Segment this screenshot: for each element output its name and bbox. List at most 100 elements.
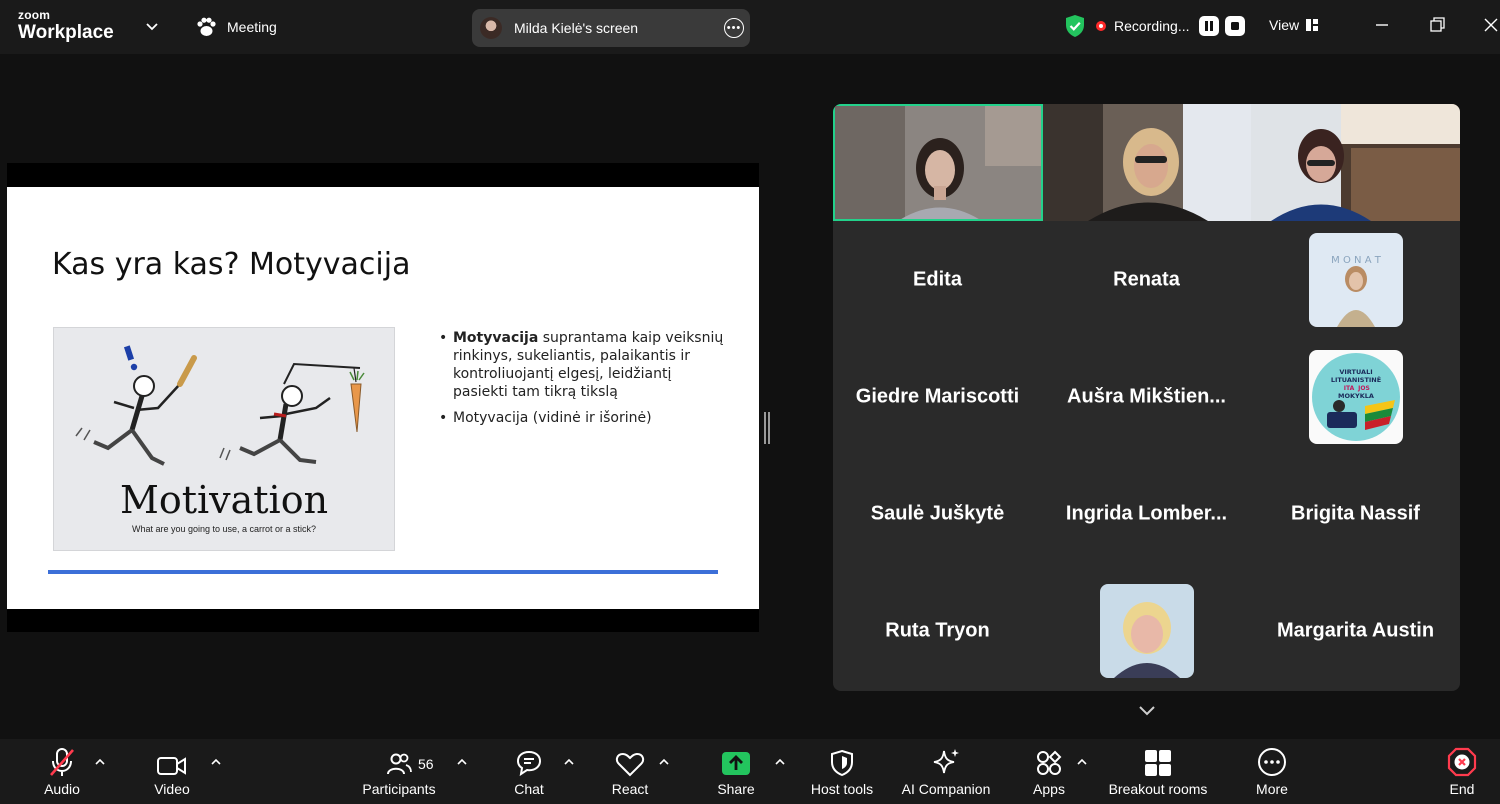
motivation-illustration: Motivation What are you going to use, a … (53, 327, 395, 551)
participant-tile[interactable]: Edita (833, 221, 1042, 338)
participant-avatar: M O N A T (1308, 232, 1403, 327)
monat-logo-text: M O N A T (1331, 255, 1382, 266)
chevron-up-icon[interactable] (456, 757, 468, 767)
participant-avatar: VIRTUALI LITUANISTINĖ ITA JOS MOKYKLA (1308, 349, 1403, 444)
share-button[interactable]: Share (714, 739, 758, 804)
pause-recording-button[interactable] (1199, 16, 1220, 36)
chat-label: Chat (514, 781, 544, 797)
bullet-text: Motyvacija (vidinė ir išorinė) (453, 410, 652, 426)
video-camera-icon (157, 757, 186, 775)
participant-name: Brigita Nassif (1291, 502, 1420, 524)
participant-tile[interactable]: Brigita Nassif (1251, 455, 1460, 572)
participant-video (1251, 104, 1460, 221)
participant-name: Giedre Mariscotti (855, 385, 1020, 407)
minimize-icon[interactable] (1371, 14, 1393, 36)
host-tools-button[interactable]: Host tools (806, 739, 878, 804)
participant-tile[interactable]: Margarita Austin (1251, 572, 1460, 689)
video-label: Video (154, 781, 190, 797)
chat-button[interactable]: Chat (509, 739, 549, 804)
breakout-rooms-label: Breakout rooms (1108, 781, 1208, 797)
shield-icon (831, 749, 853, 777)
slide-divider (48, 570, 718, 574)
recording-indicator: Recording... (1064, 14, 1246, 38)
chevron-down-icon[interactable] (1136, 702, 1158, 720)
audio-label: Audio (44, 781, 80, 797)
video-tile[interactable] (1043, 104, 1251, 221)
participant-tile[interactable]: M O N A T (1251, 221, 1460, 338)
participant-tile[interactable]: Saulė Juškytė (833, 455, 1042, 572)
ai-companion-button[interactable]: AI Companion (898, 739, 994, 804)
participant-tile[interactable]: VIRTUALI LITUANISTINĖ ITA JOS MOKYKLA (1251, 338, 1460, 455)
school-logo-line: MOKYKLA (1338, 392, 1374, 400)
shared-screen[interactable]: Kas yra kas? Motyvacija Motivation What … (7, 163, 759, 632)
participant-gallery: Edita Renata M O N A T Giedre Mariscotti… (833, 104, 1460, 691)
presenter-avatar (480, 17, 502, 39)
chevron-up-icon[interactable] (94, 757, 106, 767)
restore-icon[interactable] (1426, 14, 1448, 36)
chevron-up-icon[interactable] (774, 757, 786, 767)
chevron-down-icon[interactable] (144, 18, 160, 34)
participant-tile[interactable]: Giedre Mariscotti (833, 338, 1042, 455)
view-button[interactable]: View (1269, 17, 1319, 33)
bullet-item: Motyvacija (vidinė ir išorinė) (439, 409, 729, 427)
more-label: More (1256, 781, 1288, 797)
bullet-bold-term: Motyvacija (453, 330, 539, 346)
brand-workplace: Workplace (18, 22, 114, 43)
end-meeting-button[interactable]: End (1442, 739, 1482, 804)
participant-video (835, 106, 1041, 219)
end-label: End (1449, 781, 1475, 797)
illustration-title: Motivation (119, 478, 329, 522)
participants-label: Participants (362, 781, 436, 797)
chevron-up-icon[interactable] (1076, 757, 1088, 767)
participant-tile[interactable]: Ingrida Lomber... (1042, 455, 1251, 572)
participant-tile[interactable] (1042, 572, 1251, 689)
screen-share-indicator[interactable]: Milda Kielė's screen ••• (472, 9, 750, 47)
monat-profile-picture: M O N A T (1308, 232, 1403, 327)
participant-name: Edita (913, 268, 962, 290)
shield-check-icon[interactable] (1064, 14, 1086, 38)
close-icon[interactable] (1480, 14, 1500, 36)
chevron-up-icon[interactable] (563, 757, 575, 767)
recording-label: Recording... (1114, 18, 1190, 34)
panel-resize-handle[interactable] (764, 412, 770, 444)
microphone-muted-icon (50, 748, 74, 776)
stop-icon (1231, 22, 1240, 30)
video-button[interactable]: Video (148, 739, 196, 804)
apps-icon (1037, 750, 1062, 775)
meeting-info-button[interactable]: Meeting (195, 17, 277, 37)
share-title: Milda Kielė's screen (514, 20, 639, 36)
chevron-up-icon[interactable] (658, 757, 670, 767)
participant-name: Ingrida Lomber... (1065, 502, 1228, 524)
participant-tile[interactable]: Aušra Mikštien... (1042, 338, 1251, 455)
zoom-workplace-logo[interactable]: zoom Workplace (18, 9, 114, 42)
more-button[interactable]: More (1252, 739, 1292, 804)
host-tools-label: Host tools (810, 781, 874, 797)
participant-tile[interactable]: Ruta Tryon (833, 572, 1042, 689)
react-button[interactable]: React (608, 739, 652, 804)
presentation-slide: Kas yra kas? Motyvacija Motivation What … (7, 187, 759, 609)
video-tile[interactable] (1251, 104, 1460, 221)
grid-view-icon (1306, 19, 1319, 31)
more-options-icon[interactable]: ••• (724, 18, 744, 38)
meeting-label: Meeting (227, 19, 277, 35)
participant-name: Aušra Mikštien... (1067, 385, 1226, 407)
participants-count: 56 (418, 756, 434, 772)
video-tile-active-speaker[interactable] (833, 104, 1043, 221)
participant-name: Renata (1113, 268, 1180, 290)
breakout-rooms-icon (1145, 750, 1171, 776)
audio-button[interactable]: Audio (36, 739, 88, 804)
participant-video (1043, 104, 1251, 221)
stop-recording-button[interactable] (1225, 16, 1246, 36)
paw-icon (197, 17, 216, 36)
participant-tile[interactable]: Renata (1042, 221, 1251, 338)
breakout-rooms-button[interactable]: Breakout rooms (1104, 739, 1212, 804)
title-bar: zoom Workplace Meeting Milda Kielė's scr… (0, 0, 1500, 54)
participant-avatar (1099, 583, 1194, 678)
record-dot-icon (1096, 21, 1106, 31)
apps-button[interactable]: Apps (1030, 739, 1068, 804)
chat-bubble-icon (516, 750, 542, 777)
brand-zoom: zoom (18, 8, 51, 22)
bullet-item: Motyvacija suprantama kaip veiksnių rink… (439, 329, 729, 401)
view-label: View (1269, 17, 1300, 33)
chevron-up-icon[interactable] (210, 757, 222, 767)
